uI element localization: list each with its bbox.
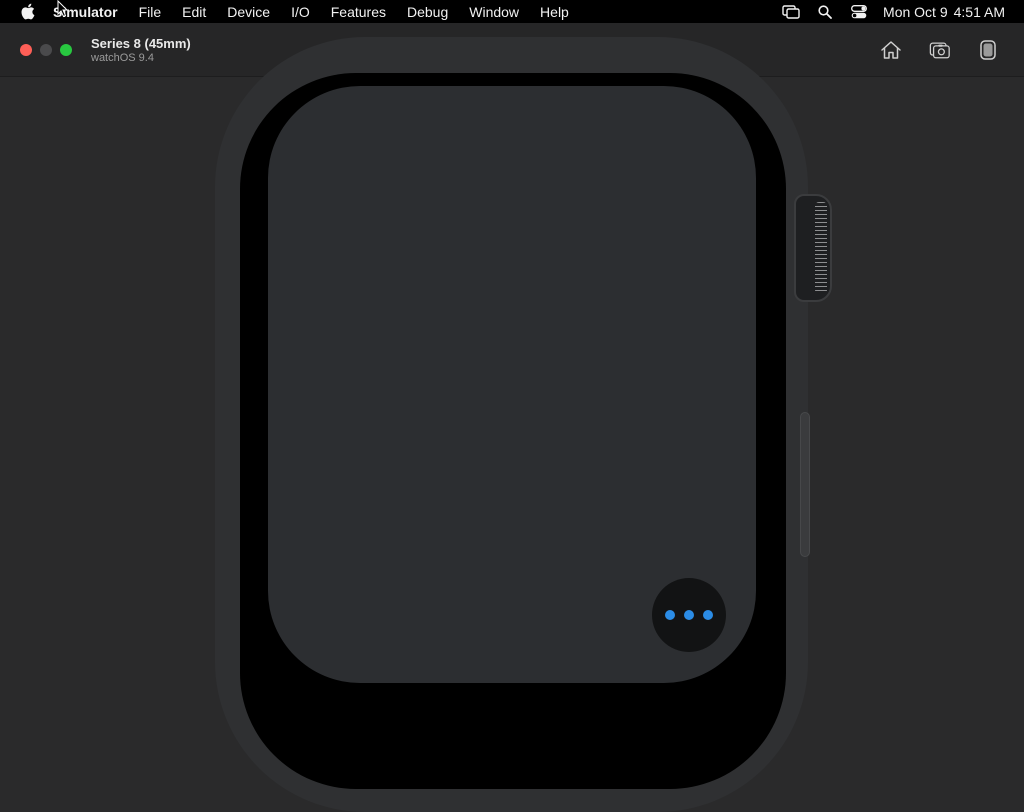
crown-ridges xyxy=(815,202,827,294)
zoom-button[interactable] xyxy=(60,44,72,56)
ellipsis-dot-icon xyxy=(684,610,694,620)
window-subtitle: watchOS 9.4 xyxy=(91,52,154,64)
menu-features[interactable]: Features xyxy=(331,4,386,20)
minimize-button[interactable] xyxy=(40,44,52,56)
menu-debug[interactable]: Debug xyxy=(407,4,448,20)
close-button[interactable] xyxy=(20,44,32,56)
clock-date[interactable]: Mon Oct 9 xyxy=(883,4,948,20)
apple-menu-icon[interactable] xyxy=(18,3,36,21)
screenshot-icon xyxy=(929,42,950,59)
status-area: Mon Oct 9 4:51 AM xyxy=(781,0,1024,23)
rotate-icon xyxy=(980,40,996,60)
menu-file[interactable]: File xyxy=(139,4,162,20)
side-button[interactable] xyxy=(800,412,810,557)
ellipsis-dot-icon xyxy=(703,610,713,620)
window-title: Series 8 (45mm) xyxy=(91,36,191,51)
window-title-block: Series 8 (45mm) watchOS 9.4 xyxy=(91,36,191,65)
screen-mirroring-icon[interactable] xyxy=(781,3,801,21)
ellipsis-dot-icon xyxy=(665,610,675,620)
home-button[interactable] xyxy=(880,39,902,61)
menu-help[interactable]: Help xyxy=(540,4,569,20)
mouse-cursor-icon xyxy=(57,0,69,18)
simulator-stage xyxy=(0,37,1024,812)
control-center-icon[interactable] xyxy=(849,3,869,21)
more-options-button[interactable] xyxy=(652,578,726,652)
screenshot-button[interactable] xyxy=(929,39,951,61)
menu-window[interactable]: Window xyxy=(469,4,519,20)
rotate-button[interactable] xyxy=(977,39,999,61)
home-icon xyxy=(881,41,901,59)
search-icon[interactable] xyxy=(815,3,835,21)
menu-bar: Simulator File Edit Device I/O Features … xyxy=(0,0,1024,23)
digital-crown[interactable] xyxy=(794,194,832,302)
menu-io[interactable]: I/O xyxy=(291,4,310,20)
menu-device[interactable]: Device xyxy=(227,4,270,20)
clock-time[interactable]: 4:51 AM xyxy=(954,4,1005,20)
menu-edit[interactable]: Edit xyxy=(182,4,206,20)
